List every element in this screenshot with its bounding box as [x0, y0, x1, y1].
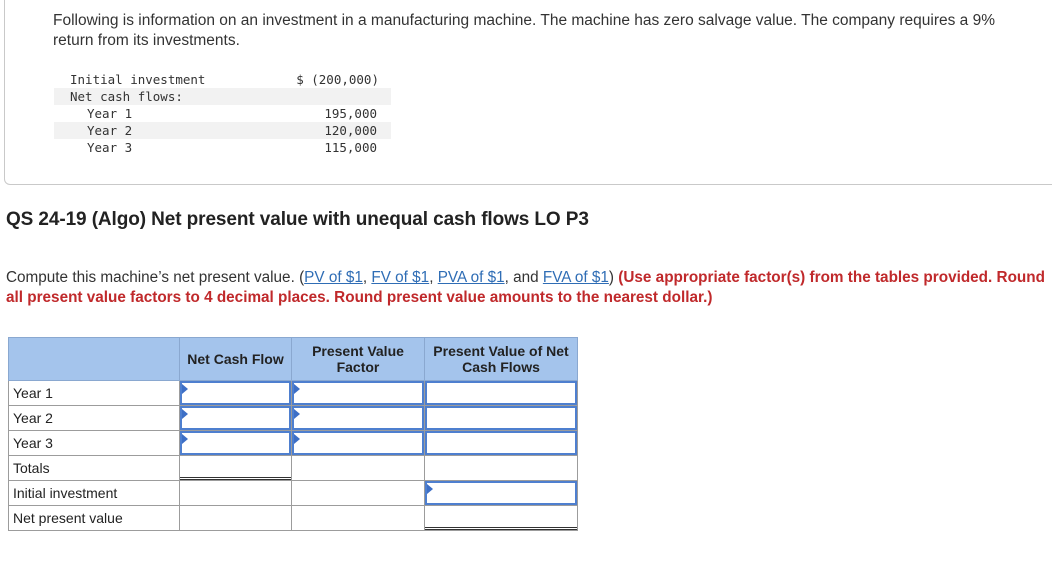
data-label: Initial investment [70, 72, 206, 87]
input-y2-net-cash-flow[interactable] [180, 406, 291, 430]
input-y1-present-value[interactable] [425, 381, 577, 405]
data-row-year-3: Year 3 115,000 [54, 139, 391, 156]
cell-ii-factor [291, 480, 425, 506]
header-pv-net-cash-flows: Present Value of Net Cash Flows [424, 337, 578, 381]
data-label: Year 3 [87, 140, 133, 155]
row-label-year-1: Year 1 [8, 380, 180, 406]
row-label-net-present-value: Net present value [8, 505, 180, 531]
table-row-initial-investment: Initial investment [8, 480, 578, 506]
input-marker-icon [182, 434, 188, 444]
cell-ii-cash-flow [179, 480, 292, 506]
cell-ii-pv [424, 480, 578, 506]
input-marker-icon [182, 384, 188, 394]
cell-y2-cash-flow [179, 405, 292, 431]
input-y3-present-value[interactable] [425, 431, 577, 455]
data-value: 120,000 [324, 123, 377, 138]
input-y3-net-cash-flow[interactable] [180, 431, 291, 455]
input-marker-icon [294, 409, 300, 419]
input-marker-icon [182, 409, 188, 419]
input-y1-net-cash-flow[interactable] [180, 381, 291, 405]
link-fva-of-1[interactable]: FVA of $1 [543, 269, 609, 286]
table-row-year-1: Year 1 [8, 380, 578, 406]
data-row-year-2: Year 2 120,000 [54, 122, 391, 139]
link-pva-of-1[interactable]: PVA of $1 [438, 269, 505, 286]
cell-totals-cash-flow [179, 455, 292, 481]
totals-present-value [425, 456, 577, 480]
totals-net-cash-flow-value [180, 456, 291, 480]
data-label: Net cash flows: [70, 89, 183, 104]
table-row-year-3: Year 3 [8, 430, 578, 456]
cell-npv-pv [424, 505, 578, 531]
table-row-totals: Totals [8, 455, 578, 481]
input-marker-icon [427, 484, 433, 494]
input-y2-present-value[interactable] [425, 406, 577, 430]
link-separator: , and [504, 269, 543, 286]
question-title: QS 24-19 (Algo) Net present value with u… [6, 209, 589, 230]
data-label: Year 1 [87, 106, 133, 121]
cell-y2-pv [424, 405, 578, 431]
input-y3-pv-factor[interactable] [292, 431, 424, 455]
header-pv-factor: Present Value Factor [291, 337, 425, 381]
link-fv-of-1[interactable]: FV of $1 [371, 269, 429, 286]
input-marker-icon [294, 384, 300, 394]
data-row-net-cash-flows: Net cash flows: [54, 88, 391, 105]
row-label-totals: Totals [8, 455, 180, 481]
row-label-year-2: Year 2 [8, 405, 180, 431]
data-label: Year 2 [87, 123, 133, 138]
input-marker-icon [294, 434, 300, 444]
npv-worksheet-table: Net Cash Flow Present Value Factor Prese… [8, 337, 578, 531]
data-value: 195,000 [324, 106, 377, 121]
question-instructions: Compute this machine’s net present value… [6, 268, 1046, 308]
cell-npv-factor [291, 505, 425, 531]
cell-totals-pv [424, 455, 578, 481]
instruction-prefix: Compute this machine’s net present value… [6, 269, 305, 286]
cell-totals-factor [291, 455, 425, 481]
input-initial-investment-pv[interactable] [425, 481, 577, 505]
data-value: 115,000 [324, 140, 377, 155]
cell-y1-pv [424, 380, 578, 406]
instruction-suffix: ) [608, 269, 619, 286]
data-row-initial-investment: Initial investment $ (200,000) [54, 71, 391, 88]
data-value: $ (200,000) [296, 72, 379, 87]
problem-intro: Following is information on an investmen… [53, 12, 995, 49]
net-present-value-result [425, 506, 577, 530]
data-row-year-1: Year 1 195,000 [54, 105, 391, 122]
row-label-initial-investment: Initial investment [8, 480, 180, 506]
row-label-year-3: Year 3 [8, 430, 180, 456]
cell-y3-cash-flow [179, 430, 292, 456]
header-net-cash-flow: Net Cash Flow [179, 337, 292, 381]
cell-y1-cash-flow [179, 380, 292, 406]
table-row-year-2: Year 2 [8, 405, 578, 431]
input-y2-pv-factor[interactable] [292, 406, 424, 430]
cell-y3-pv [424, 430, 578, 456]
header-blank [8, 337, 180, 381]
link-separator: , [429, 269, 438, 286]
cell-y1-factor [291, 380, 425, 406]
link-pv-of-1[interactable]: PV of $1 [304, 269, 363, 286]
cell-y2-factor [291, 405, 425, 431]
table-row-net-present-value: Net present value [8, 505, 578, 531]
cell-y3-factor [291, 430, 425, 456]
input-y1-pv-factor[interactable] [292, 381, 424, 405]
cell-npv-cash-flow [179, 505, 292, 531]
table-header-row: Net Cash Flow Present Value Factor Prese… [8, 337, 578, 381]
investment-data-table: Initial investment $ (200,000) Net cash … [54, 71, 391, 156]
